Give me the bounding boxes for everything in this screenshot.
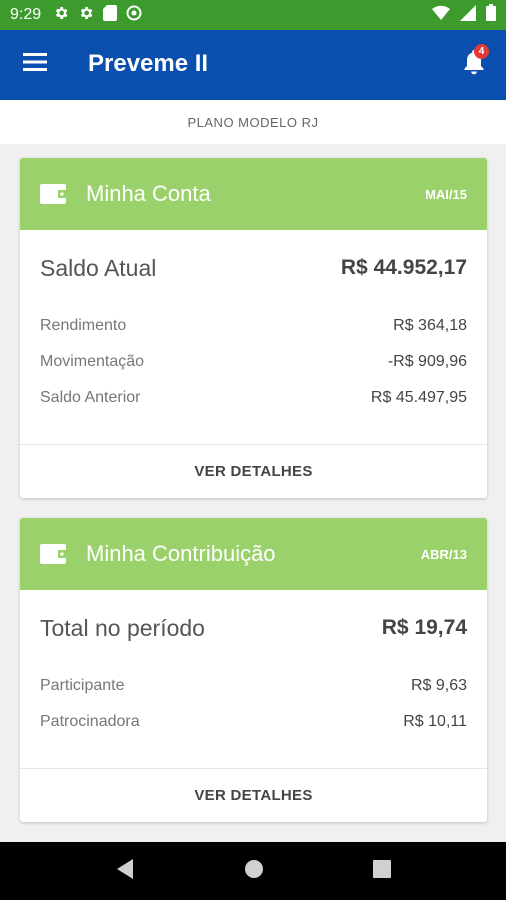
- contribution-card-date: ABR/13: [420, 546, 467, 562]
- wifi-icon: [432, 5, 450, 26]
- sd-card-icon: [103, 4, 118, 26]
- gear-icon: [53, 5, 69, 26]
- account-details-button[interactable]: VER DETALHES: [20, 444, 487, 498]
- contribution-card: Minha Contribuição ABR/13 Total no perío…: [20, 518, 487, 822]
- row-value: R$ 364,18: [393, 317, 467, 334]
- row-value: R$ 10,11: [403, 713, 467, 730]
- home-icon[interactable]: [244, 859, 264, 884]
- row-value: R$ 45.497,95: [370, 389, 467, 406]
- status-bar: 9:29: [0, 0, 506, 30]
- row-value: R$ 9,63: [410, 677, 467, 694]
- battery-icon: [486, 4, 496, 26]
- status-time: 9:29: [10, 6, 42, 23]
- list-item: Rendimento R$ 364,18: [40, 308, 467, 344]
- total-label: Total no período: [40, 614, 205, 641]
- row-label: Saldo Anterior: [40, 389, 141, 406]
- row-value: -R$ 909,96: [387, 353, 467, 370]
- list-item: Saldo Anterior R$ 45.497,95: [40, 380, 467, 416]
- total-value: R$ 19,74: [381, 616, 467, 639]
- wallet-icon: [40, 184, 68, 204]
- menu-button[interactable]: [0, 30, 70, 98]
- row-label: Movimentação: [40, 353, 145, 370]
- account-card: Minha Conta MAI/15 Saldo Atual R$ 44.952…: [20, 158, 487, 498]
- contribution-card-title: Minha Contribuição: [86, 541, 276, 566]
- balance-value: R$ 44.952,17: [340, 256, 467, 279]
- list-item: Patrocinadora R$ 10,11: [40, 704, 467, 740]
- account-card-header: Minha Conta MAI/15: [20, 158, 487, 230]
- notifications-button[interactable]: 4: [456, 44, 492, 84]
- list-item: Movimentação -R$ 909,96: [40, 344, 467, 380]
- signal-icon: [460, 4, 476, 26]
- back-icon[interactable]: [115, 858, 135, 885]
- wallet-icon: [40, 544, 68, 564]
- contribution-details-button[interactable]: VER DETALHES: [20, 768, 487, 822]
- balance-label: Saldo Atual: [40, 254, 157, 281]
- plan-name: PLANO MODELO RJ: [0, 98, 506, 144]
- row-label: Participante: [40, 677, 125, 694]
- account-card-title: Minha Conta: [86, 181, 211, 206]
- list-item: Participante R$ 9,63: [40, 668, 467, 704]
- system-nav-bar: [0, 842, 506, 900]
- menu-icon: [23, 52, 47, 77]
- gear-icon: [78, 5, 94, 26]
- row-label: Rendimento: [40, 317, 127, 334]
- sync-icon: [126, 5, 142, 26]
- row-label: Patrocinadora: [40, 713, 140, 730]
- recents-icon[interactable]: [373, 859, 392, 883]
- contribution-card-header: Minha Contribuição ABR/13: [20, 518, 487, 590]
- app-bar: Preveme II 4: [0, 30, 506, 98]
- notification-badge: 4: [474, 44, 489, 59]
- account-card-date: MAI/15: [425, 186, 467, 202]
- app-title: Preveme II: [88, 50, 209, 77]
